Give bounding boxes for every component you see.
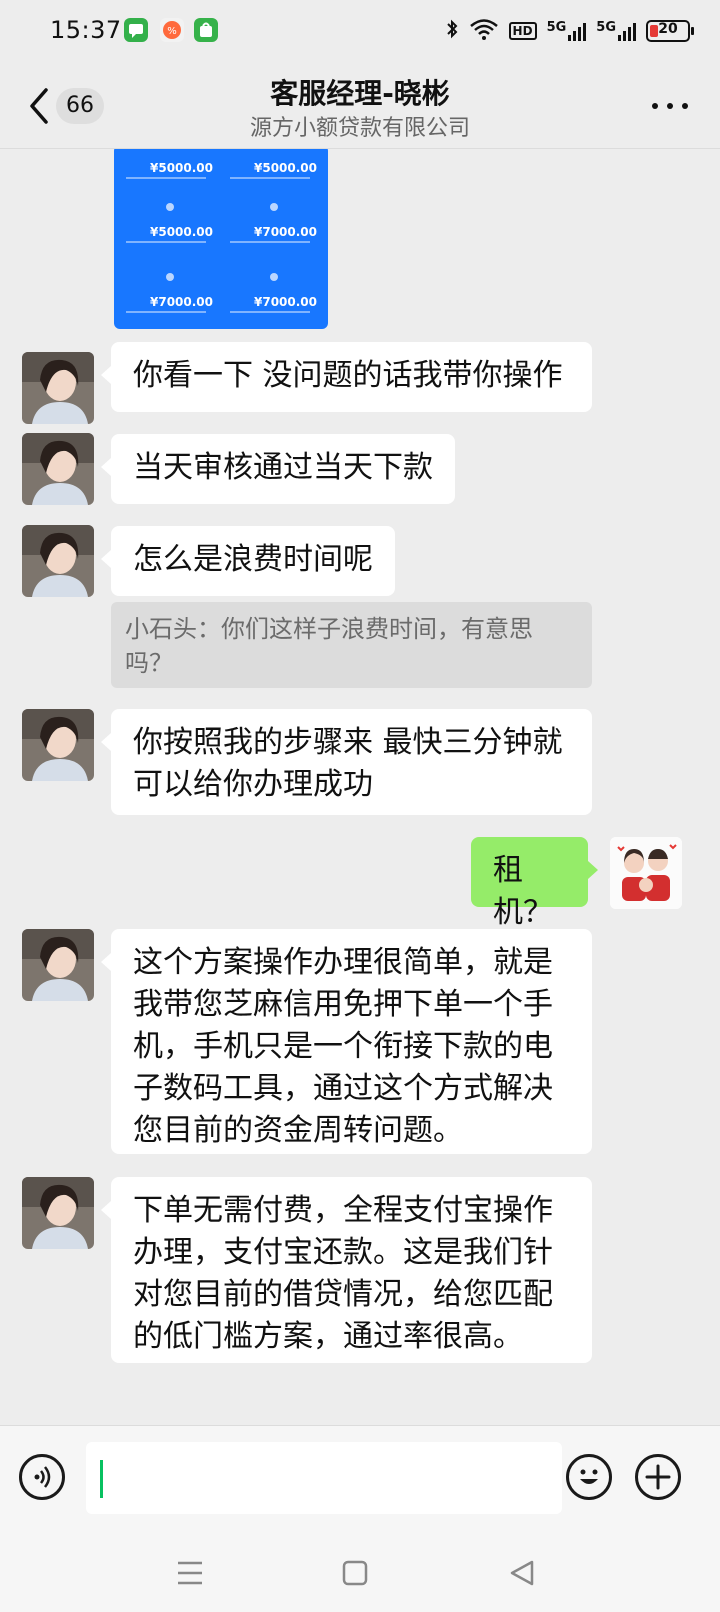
svg-text:%: % xyxy=(167,26,177,37)
battery-level: 20 xyxy=(658,21,678,37)
emoji-button[interactable] xyxy=(566,1454,612,1500)
message-bubble[interactable]: 你看一下 没问题的话我带你操作 xyxy=(101,342,592,412)
shopping-icon xyxy=(194,18,218,42)
signal-5g-1: 5G xyxy=(547,21,587,41)
hd-badge: HD xyxy=(508,22,537,40)
bluetooth-icon xyxy=(445,17,459,45)
message-bubble[interactable]: 下单无需付费，全程支付宝操作办理，支付宝还款。这是我们针对您目前的借贷情况，给您… xyxy=(101,1177,592,1363)
image-cell: ¥7000.00 xyxy=(224,259,324,315)
chat-notify-icon xyxy=(124,18,148,42)
status-indicators: HD 5G 5G 20 xyxy=(445,16,694,46)
message-bubble-self[interactable]: 租机？ xyxy=(471,837,598,930)
image-cell: ¥5000.00 xyxy=(120,149,220,181)
self-avatar[interactable] xyxy=(610,837,682,909)
status-time: 15:37 xyxy=(50,16,122,44)
chat-header: 66 客服经理-晓彬 源方小额贷款有限公司 xyxy=(0,64,720,149)
system-navigation-bar xyxy=(0,1535,720,1612)
voice-button[interactable] xyxy=(19,1454,65,1500)
avatar[interactable] xyxy=(22,1177,94,1249)
add-button[interactable] xyxy=(635,1454,681,1500)
back-nav-button[interactable] xyxy=(506,1557,546,1591)
signal-5g-2: 5G xyxy=(596,21,636,41)
menu-icon xyxy=(178,1561,202,1585)
avatar[interactable] xyxy=(22,929,94,1001)
home-button[interactable] xyxy=(340,1557,380,1591)
dot-icon xyxy=(667,103,673,109)
avatar[interactable] xyxy=(22,709,94,781)
message-bubble[interactable]: 怎么是浪费时间呢 xyxy=(101,526,395,596)
signal-bars-icon xyxy=(568,21,587,41)
input-bar xyxy=(0,1425,720,1536)
status-bar: 15:37 % HD 5G 5G 20 xyxy=(0,0,720,64)
chat-title: 客服经理-晓彬 xyxy=(270,77,450,110)
app-store-icon: % xyxy=(160,18,184,42)
message-input[interactable] xyxy=(86,1442,562,1514)
battery-icon: 20 xyxy=(646,20,694,42)
dot-icon xyxy=(652,103,658,109)
emoji-icon xyxy=(580,1469,598,1484)
image-cell: ¥7000.00 xyxy=(224,189,324,245)
back-triangle-icon xyxy=(510,1560,534,1586)
menu-button[interactable] xyxy=(172,1557,212,1591)
signal-bars-icon xyxy=(618,21,636,41)
image-message[interactable]: ¥5000.00 ¥5000.00 ¥5000.00 ¥7000.00 ¥700… xyxy=(114,149,328,329)
avatar[interactable] xyxy=(22,352,94,424)
image-cell: ¥5000.00 xyxy=(224,149,324,181)
image-cell: ¥5000.00 xyxy=(120,189,220,245)
quoted-message[interactable]: 小石头：你们这样子浪费时间，有意思吗？ xyxy=(111,602,592,688)
text-caret xyxy=(100,1460,103,1498)
avatar[interactable] xyxy=(22,433,94,505)
voice-icon xyxy=(34,1466,51,1488)
wifi-icon xyxy=(469,17,499,45)
home-square-icon xyxy=(342,1560,368,1586)
chat-subtitle: 源方小额贷款有限公司 xyxy=(249,116,470,141)
dot-icon xyxy=(682,103,688,109)
more-options-button[interactable] xyxy=(652,100,688,112)
avatar[interactable] xyxy=(22,525,94,597)
image-cell: ¥7000.00 xyxy=(120,259,220,315)
plus-icon xyxy=(645,1464,671,1490)
message-bubble[interactable]: 你按照我的步骤来 最快三分钟就可以给你办理成功 xyxy=(101,709,592,815)
message-bubble[interactable]: 当天审核通过当天下款 xyxy=(101,434,455,504)
message-bubble[interactable]: 这个方案操作办理很简单，就是我带您芝麻信用免押下单一个手机，手机只是一个衔接下款… xyxy=(101,929,592,1154)
message-list[interactable]: ¥5000.00 ¥5000.00 ¥5000.00 ¥7000.00 ¥700… xyxy=(0,149,720,1424)
